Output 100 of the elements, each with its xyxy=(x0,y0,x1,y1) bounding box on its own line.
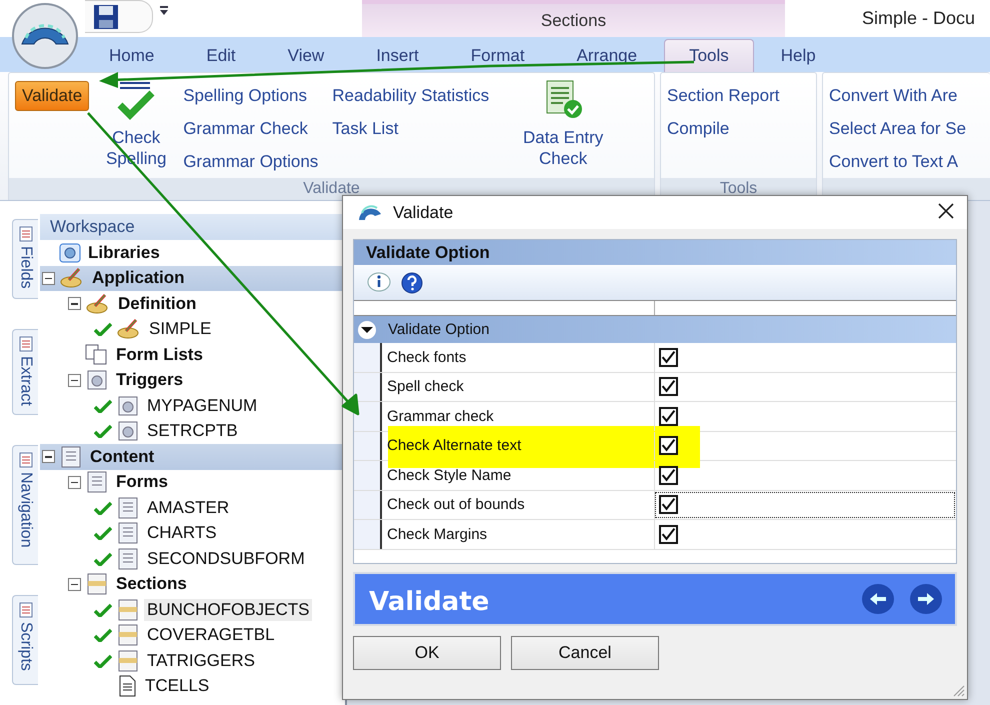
collapse-toggle[interactable] xyxy=(68,374,81,387)
form-page-icon xyxy=(59,446,83,468)
category-label: Validate Option xyxy=(388,321,490,338)
option-label: Check fonts xyxy=(386,348,468,366)
checkbox[interactable] xyxy=(659,524,678,544)
collapse-icon[interactable] xyxy=(356,320,378,340)
section-page-icon xyxy=(116,598,140,621)
gear-page-icon xyxy=(116,394,140,417)
tree-item[interactable]: CHARTS xyxy=(144,522,220,544)
help-icon[interactable] xyxy=(400,271,424,295)
ribbon-tab[interactable]: Tools xyxy=(664,39,754,72)
ribbon-command[interactable]: Convert to Text A xyxy=(829,145,966,178)
side-tab[interactable]: Navigation xyxy=(12,445,38,565)
tree-item[interactable]: Application xyxy=(89,267,188,290)
ribbon-command[interactable]: Select Area for Se xyxy=(829,112,966,145)
checkbox[interactable] xyxy=(659,406,678,426)
dialog-title: Validate xyxy=(393,202,454,222)
checkbox[interactable] xyxy=(659,436,678,456)
gear-page-icon xyxy=(85,369,109,392)
checkbox[interactable] xyxy=(659,377,678,396)
panel-title: Workspace xyxy=(50,217,135,237)
ribbon-tab[interactable]: Arrange xyxy=(552,39,662,72)
data-entry-check-button[interactable]: Data Entry Check xyxy=(513,79,614,178)
ribbon-command[interactable]: Compile xyxy=(667,112,780,145)
tree-item[interactable]: Forms xyxy=(113,471,171,494)
ribbon-command[interactable]: Spelling Options xyxy=(183,79,318,112)
checkbox[interactable] xyxy=(659,348,678,367)
ok-button[interactable]: OK xyxy=(353,636,501,670)
tree-item[interactable]: SETRCPTB xyxy=(144,420,241,442)
section-page-icon xyxy=(116,624,140,646)
tree-item[interactable]: AMASTER xyxy=(144,496,232,519)
tree-item[interactable]: TATRIGGERS xyxy=(144,650,258,672)
tree-item[interactable]: Libraries xyxy=(85,242,163,264)
tree-item[interactable]: COVERAGETBL xyxy=(144,624,278,646)
option-label: Check Margins xyxy=(386,526,488,543)
tree-item[interactable]: Content xyxy=(87,446,158,468)
cancel-button[interactable]: Cancel xyxy=(511,636,659,670)
ribbon-tab[interactable]: Insert xyxy=(351,39,444,72)
form-page-icon xyxy=(116,496,140,519)
collapse-toggle[interactable] xyxy=(68,297,81,310)
ribbon-command[interactable]: Readability Statistics xyxy=(332,79,490,112)
row-gutter xyxy=(354,461,382,490)
row-gutter xyxy=(354,372,382,401)
tree-item[interactable]: SECONDSUBFORM xyxy=(144,548,308,570)
checkbox[interactable] xyxy=(659,466,678,485)
ribbon-tab[interactable]: Home xyxy=(84,39,180,72)
form-page-icon xyxy=(85,471,109,494)
option-label: Grammar check xyxy=(386,408,495,425)
tree-item[interactable]: Triggers xyxy=(113,369,186,392)
collapse-toggle[interactable] xyxy=(68,476,81,489)
tree-item[interactable]: BUNCHOFOBJECTS xyxy=(144,598,312,621)
tree-item[interactable]: Definition xyxy=(115,292,200,315)
tree-item[interactable]: TCELLS xyxy=(142,675,212,698)
ribbon-command[interactable]: Section Report xyxy=(667,79,780,112)
gear-page-icon xyxy=(116,420,140,442)
ribbon-tab[interactable]: Edit xyxy=(181,39,261,72)
group-label: Validate xyxy=(303,180,360,198)
panel-icon xyxy=(18,602,32,618)
side-tab[interactable]: Scripts xyxy=(12,595,38,685)
section-page-icon xyxy=(85,573,109,596)
app-logo-icon xyxy=(357,204,383,222)
collapse-toggle[interactable] xyxy=(68,578,81,591)
form-page-icon xyxy=(116,548,140,570)
banner-title: Validate xyxy=(369,586,490,617)
collapse-toggle[interactable] xyxy=(42,272,55,285)
option-label: Spell check xyxy=(386,378,465,396)
section-page-icon xyxy=(116,650,140,672)
ribbon-command[interactable]: Grammar Check xyxy=(183,112,318,145)
ribbon-command[interactable]: Convert With Are xyxy=(829,79,966,112)
collapse-toggle[interactable] xyxy=(42,450,55,464)
checkbox[interactable] xyxy=(659,495,678,514)
tree-item[interactable]: Sections xyxy=(113,573,190,596)
tree-item[interactable]: SIMPLE xyxy=(146,318,214,340)
row-gutter xyxy=(354,402,382,430)
row-gutter xyxy=(354,490,382,519)
ribbon-command[interactable]: Grammar Options xyxy=(183,145,318,178)
option-label: Check out of bounds xyxy=(386,496,526,514)
form-page-icon xyxy=(116,522,140,544)
ribbon-tab[interactable]: View xyxy=(262,39,350,72)
row-gutter xyxy=(354,343,382,372)
panel-icon xyxy=(18,336,32,352)
dropdown-caret-icon[interactable] xyxy=(159,6,169,16)
ribbon-tab[interactable]: Format xyxy=(446,39,550,72)
panel-icon xyxy=(18,452,32,468)
context-tab-group-label: Sections xyxy=(540,10,606,30)
tree-item[interactable]: MYPAGENUM xyxy=(144,394,260,417)
ribbon-command[interactable]: Task List xyxy=(332,112,490,145)
row-gutter xyxy=(354,520,382,548)
copy-pages-icon xyxy=(85,344,109,366)
tree-item[interactable]: Form Lists xyxy=(113,344,206,366)
resize-grip-icon[interactable] xyxy=(951,683,965,697)
side-tab[interactable]: Extract xyxy=(12,329,38,415)
window-title: Simple - Docu xyxy=(862,8,976,29)
globe-icon xyxy=(59,242,81,263)
validate-button[interactable]: Validate xyxy=(15,81,90,111)
panel-header: Validate Option xyxy=(366,242,490,262)
group-label: Tools xyxy=(720,180,758,198)
ribbon-tab[interactable]: Help xyxy=(756,39,841,72)
side-tab[interactable]: Fields xyxy=(12,219,38,299)
save-icon[interactable] xyxy=(93,4,119,30)
